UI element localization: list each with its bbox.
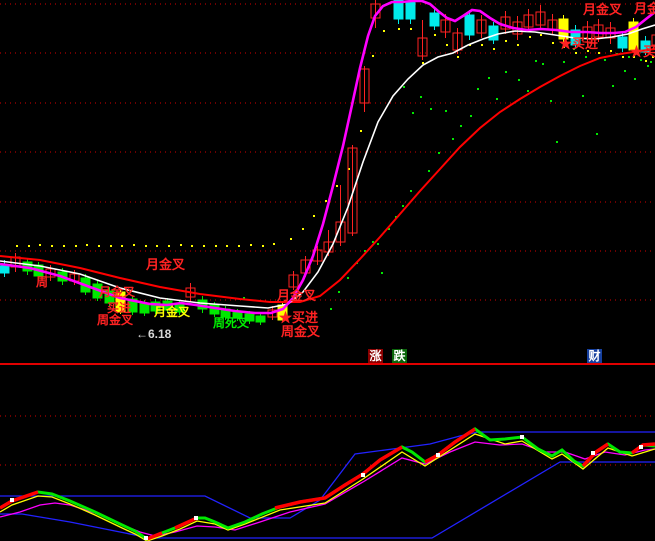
red-up-segment [632,444,655,453]
pivot-marker [520,435,524,439]
candle [348,145,357,236]
yellow_signal-line [0,434,655,541]
ma-lines-layer [0,1,655,313]
candle [418,20,427,60]
candle [489,22,498,44]
signal-dots-layer [16,28,654,310]
candle [289,271,298,290]
red-up-segment [275,447,402,508]
stock-chart-screen: 月金叉月金★买进★买月金叉月金叉买进周金叉月金叉周死叉←6.18周月金叉★买进周… [0,0,655,541]
pivot-marker [639,445,643,449]
candles-layer [0,0,655,325]
pivot-marker [194,516,198,520]
pivot-marker [144,536,148,540]
candle [536,5,545,30]
pivot-marker [10,498,14,502]
candle [116,290,125,314]
white-ma-line [0,25,655,308]
magenta-ma-line [0,1,655,313]
bottom-indicator-layer [0,429,655,541]
red-ma-line [0,49,655,302]
blue_upper_channel-line [0,432,655,518]
candle [559,15,568,42]
candle [477,15,486,38]
blue_lower_channel-line [0,462,655,538]
badge-die[interactable]: 跌 [392,349,407,363]
red-up-segment [583,444,608,466]
pivot-marker [361,473,365,477]
candle [360,66,369,112]
candle [571,25,580,48]
candle [394,0,403,24]
candle [406,0,415,24]
badge-cai[interactable]: 财 [587,349,602,363]
candle [501,11,510,34]
candle [336,185,345,246]
pivot-marker [436,453,440,457]
red-up-segment [0,492,38,508]
candle [256,313,265,325]
candle [629,18,638,52]
chart-canvas[interactable] [0,0,655,541]
candle [151,299,160,314]
badge-zhang[interactable]: 涨 [368,349,383,363]
pivot-marker [591,451,595,455]
panel-divider-line [0,363,655,365]
green_main-line [0,429,655,539]
gridlines-layer [0,4,655,465]
candle [641,36,650,55]
